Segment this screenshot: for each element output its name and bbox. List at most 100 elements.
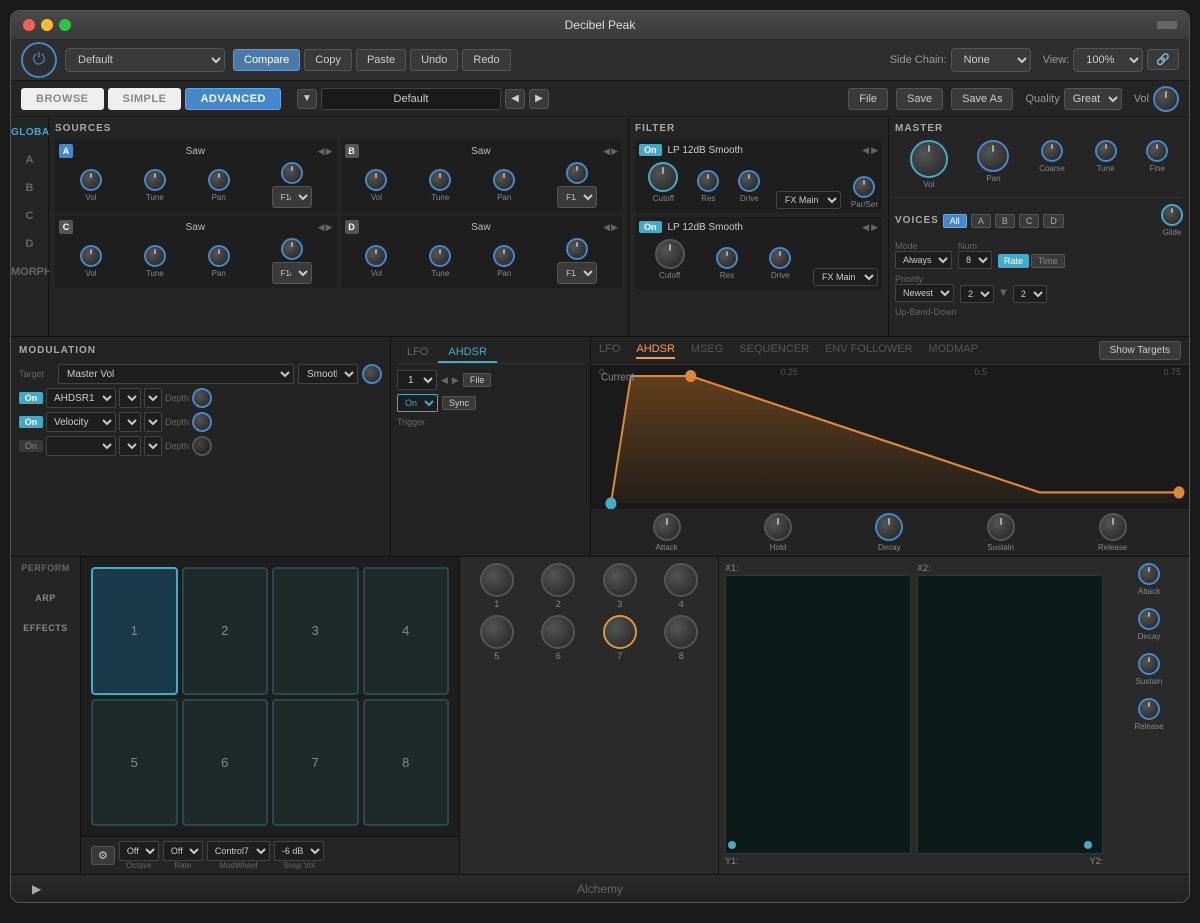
source-d-f1f2-knob[interactable]: [566, 238, 588, 260]
env-release-knob[interactable]: [1099, 513, 1127, 541]
mseg-tab-lfo[interactable]: LFO: [599, 343, 620, 359]
link-button[interactable]: 🔗: [1147, 49, 1179, 70]
window-resize-btn[interactable]: [1157, 21, 1177, 29]
source-d-next[interactable]: ▶: [611, 222, 618, 233]
env-sustain-knob[interactable]: [987, 513, 1015, 541]
pad-4[interactable]: 4: [363, 567, 450, 695]
time-button[interactable]: Time: [1031, 254, 1065, 268]
pad-settings-button[interactable]: ⚙: [91, 846, 115, 865]
tab-effects[interactable]: EFFECTS: [11, 613, 80, 643]
mod-row-1-source[interactable]: AHDSR1: [46, 388, 116, 408]
source-a-f1f2-select[interactable]: F1/F2: [272, 186, 312, 208]
tab-global[interactable]: GLOBAL: [11, 117, 48, 146]
perf-release-knob[interactable]: [1138, 698, 1160, 720]
power-button[interactable]: ⏻: [21, 42, 57, 78]
mseg-tab-env-follower[interactable]: ENV FOLLOWER: [825, 343, 912, 359]
filter-2-cutoff-knob[interactable]: [655, 239, 685, 269]
modwheel-select[interactable]: Control7: [207, 841, 270, 861]
source-d-prev[interactable]: ◀: [603, 222, 610, 233]
mode-select[interactable]: Always: [895, 251, 952, 269]
preset-select[interactable]: Default: [65, 48, 225, 72]
sync-button[interactable]: Sync: [442, 396, 476, 410]
xy-pad-x1[interactable]: [725, 575, 911, 854]
source-b-prev[interactable]: ◀: [603, 146, 610, 157]
tab-c[interactable]: C: [11, 202, 48, 230]
copy-button[interactable]: Copy: [304, 49, 352, 71]
preset-prev-arrow[interactable]: ◀: [505, 89, 525, 109]
mod-target-select[interactable]: Master Vol: [58, 364, 294, 384]
filter-1-res-knob[interactable]: [697, 170, 719, 192]
mod-row-1-on[interactable]: On: [19, 392, 43, 404]
par-ser-knob[interactable]: [853, 176, 875, 198]
ahdsr-tab[interactable]: AHDSR: [438, 343, 497, 363]
source-a-next[interactable]: ▶: [326, 146, 333, 157]
pad-6[interactable]: 6: [182, 699, 269, 827]
tab-d[interactable]: D: [11, 230, 48, 258]
mod-row-3-depth-knob[interactable]: [192, 436, 212, 456]
view-select[interactable]: 100%: [1073, 48, 1143, 72]
perf-attack-knob[interactable]: [1138, 563, 1160, 585]
tab-b[interactable]: B: [11, 174, 48, 202]
master-pan-knob[interactable]: [977, 140, 1009, 172]
mod-smooth-knob[interactable]: [362, 364, 382, 384]
minimize-button[interactable]: [41, 19, 53, 31]
filter-2-on-btn[interactable]: On: [639, 221, 662, 233]
perf-sustain-knob[interactable]: [1138, 653, 1160, 675]
source-c-next[interactable]: ▶: [326, 222, 333, 233]
source-b-next[interactable]: ▶: [611, 146, 618, 157]
env-hold-knob[interactable]: [764, 513, 792, 541]
master-fine-knob[interactable]: [1146, 140, 1168, 162]
filter-1-next[interactable]: ▶: [871, 145, 878, 156]
mod-row-1-depth-knob[interactable]: [192, 388, 212, 408]
macro-5-knob[interactable]: [480, 615, 514, 649]
tab-morph[interactable]: MORPH: [11, 258, 48, 286]
source-b-vol-knob[interactable]: [365, 169, 387, 191]
mseg-tab-ahdsr[interactable]: AHDSR: [636, 343, 675, 359]
mod-row-1-dash[interactable]: -: [144, 388, 162, 408]
mod-row-2-depth-knob[interactable]: [192, 412, 212, 432]
fullscreen-button[interactable]: [59, 19, 71, 31]
mod-row-2-dash[interactable]: -: [144, 412, 162, 432]
source-a-tune-knob[interactable]: [144, 169, 166, 191]
mod-row-2-on[interactable]: On: [19, 416, 43, 428]
file-button[interactable]: File: [848, 88, 888, 110]
macro-4-knob[interactable]: [664, 563, 698, 597]
octave-select[interactable]: Off: [119, 841, 159, 861]
sidechain-select[interactable]: None: [951, 48, 1031, 72]
source-a-vol-knob[interactable]: [80, 169, 102, 191]
env-attack-knob[interactable]: [653, 513, 681, 541]
quality-select[interactable]: Great: [1064, 88, 1122, 110]
play-button[interactable]: ▶: [32, 882, 41, 896]
voice-tab-b[interactable]: B: [995, 214, 1015, 228]
num-select[interactable]: 8: [958, 251, 992, 269]
perf-decay-knob[interactable]: [1138, 608, 1160, 630]
pad-8[interactable]: 8: [363, 699, 450, 827]
filter-2-res-knob[interactable]: [716, 247, 738, 269]
priority-select[interactable]: Newest: [895, 284, 954, 302]
lfo-tab[interactable]: LFO: [397, 343, 438, 363]
compare-button[interactable]: Compare: [233, 49, 300, 71]
voice-tab-a[interactable]: A: [971, 214, 991, 228]
pad-5[interactable]: 5: [91, 699, 178, 827]
undo-button[interactable]: Undo: [410, 49, 458, 71]
tab-advanced[interactable]: ADVANCED: [185, 88, 281, 110]
filter-1-fx-select[interactable]: FX Main: [776, 191, 841, 209]
pad-1[interactable]: 1: [91, 567, 178, 695]
source-b-pan-knob[interactable]: [493, 169, 515, 191]
source-a-prev[interactable]: ◀: [318, 146, 325, 157]
source-d-f1f2-select[interactable]: F1/F2: [557, 262, 597, 284]
macro-2-knob[interactable]: [541, 563, 575, 597]
filter-2-prev[interactable]: ◀: [862, 222, 869, 233]
source-b-f1f2-select[interactable]: F1/F2: [557, 186, 597, 208]
glide-knob[interactable]: [1161, 204, 1183, 226]
snap-vol-select[interactable]: -6 dB: [274, 841, 324, 861]
pad-3[interactable]: 3: [272, 567, 359, 695]
lfo-trigger-select[interactable]: On: [397, 394, 438, 412]
tab-arp[interactable]: ARP: [11, 583, 80, 613]
tab-browse[interactable]: BROWSE: [21, 88, 104, 110]
macro-1-knob[interactable]: [480, 563, 514, 597]
pad-7[interactable]: 7: [272, 699, 359, 827]
filter-1-on-btn[interactable]: On: [639, 144, 662, 156]
lfo-prev-arrow[interactable]: ◀: [441, 375, 448, 386]
filter-2-next[interactable]: ▶: [871, 222, 878, 233]
